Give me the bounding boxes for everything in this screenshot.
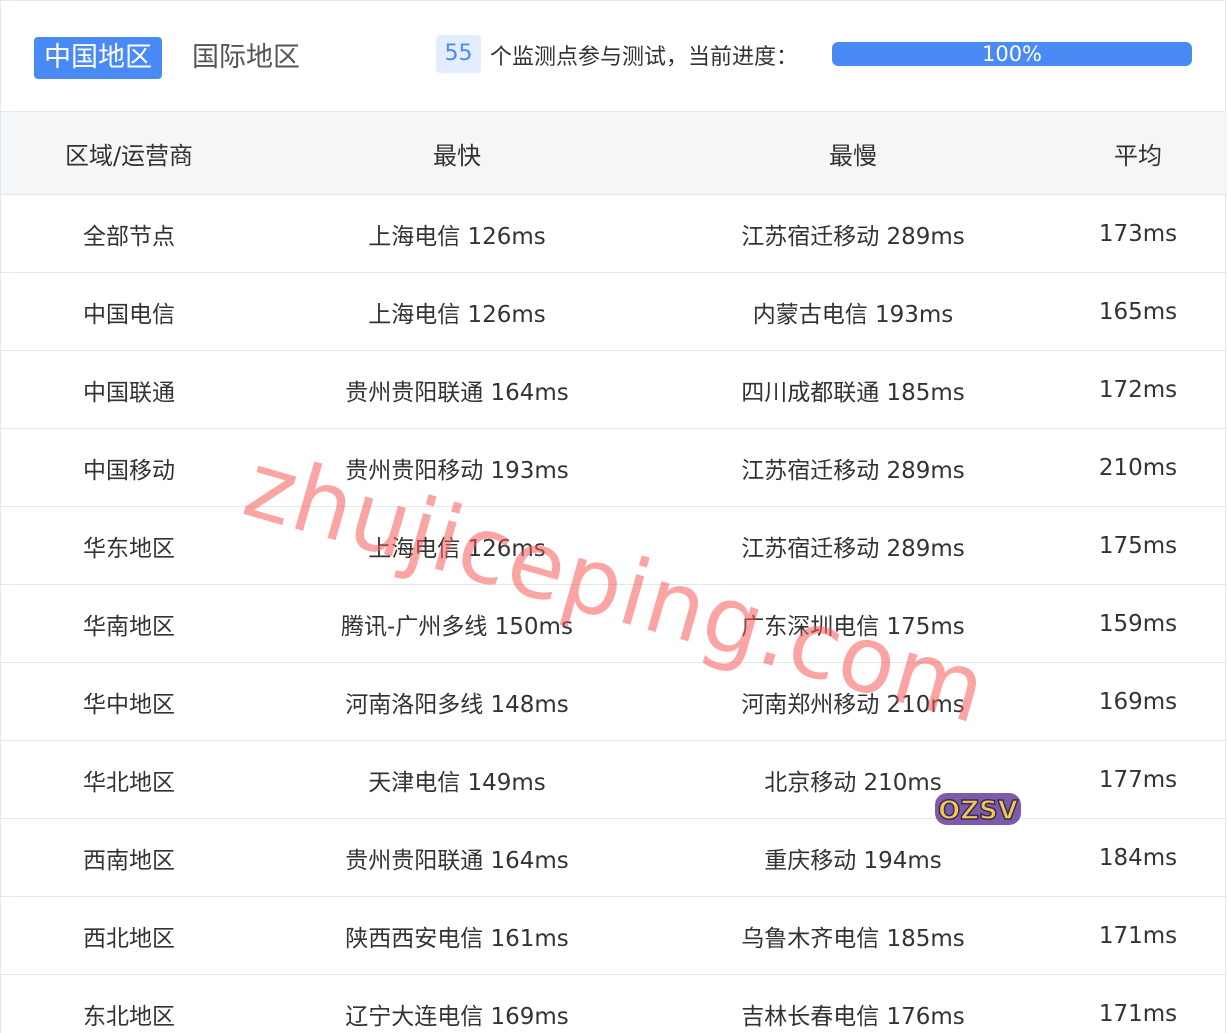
cell-fastest: 贵州贵阳联通 164ms — [257, 818, 657, 897]
cell-slowest: 乌鲁木齐电信 185ms — [657, 896, 1049, 975]
table-row: 华中地区 河南洛阳多线 148ms 河南郑州移动 210ms 169ms — [1, 662, 1227, 741]
cell-slowest: 江苏宿迁移动 289ms — [657, 506, 1049, 585]
cell-region: 华北地区 — [1, 740, 257, 819]
cell-fastest: 腾讯-广州多线 150ms — [257, 584, 657, 663]
cell-slowest: 广东深圳电信 175ms — [657, 584, 1049, 663]
cell-fastest: 上海电信 126ms — [257, 194, 657, 273]
cell-region: 中国电信 — [1, 272, 257, 351]
tab-china-region[interactable]: 中国地区 — [34, 37, 162, 79]
table-row: 中国移动 贵州贵阳移动 193ms 江苏宿迁移动 289ms 210ms — [1, 428, 1227, 507]
cell-average: 171ms — [1049, 974, 1227, 1033]
cell-region: 华东地区 — [1, 506, 257, 585]
cell-region: 西北地区 — [1, 896, 257, 975]
cell-region: 全部节点 — [1, 194, 257, 273]
speed-test-panel: 中国地区 国际地区 55 个监测点参与测试，当前进度： 100% 区域/运营商 … — [0, 0, 1227, 1033]
cell-average: 210ms — [1049, 428, 1227, 507]
cell-average: 184ms — [1049, 818, 1227, 897]
table-row: 东北地区 辽宁大连电信 169ms 吉林长春电信 176ms 171ms — [1, 974, 1227, 1033]
cell-average: 171ms — [1049, 896, 1227, 975]
top-bar: 中国地区 国际地区 55 个监测点参与测试，当前进度： 100% — [1, 1, 1225, 112]
cell-slowest: 吉林长春电信 176ms — [657, 974, 1049, 1033]
cell-region: 中国联通 — [1, 350, 257, 429]
column-header-slowest: 最慢 — [657, 112, 1049, 195]
cell-region: 西南地区 — [1, 818, 257, 897]
progress-percent-text: 100% — [981, 42, 1043, 66]
cell-slowest: 河南郑州移动 210ms — [657, 662, 1049, 741]
column-header-fastest: 最快 — [257, 112, 657, 195]
cell-average: 165ms — [1049, 272, 1227, 351]
cell-slowest: 江苏宿迁移动 289ms — [657, 428, 1049, 507]
cell-fastest: 陕西西安电信 161ms — [257, 896, 657, 975]
table-row: 全部节点 上海电信 126ms 江苏宿迁移动 289ms 173ms — [1, 194, 1227, 273]
cell-slowest: 内蒙古电信 193ms — [657, 272, 1049, 351]
cell-slowest: 江苏宿迁移动 289ms — [657, 194, 1049, 273]
cell-region: 华中地区 — [1, 662, 257, 741]
cell-fastest: 天津电信 149ms — [257, 740, 657, 819]
cell-fastest: 河南洛阳多线 148ms — [257, 662, 657, 741]
progress-label: 个监测点参与测试，当前进度： — [490, 45, 799, 70]
cell-fastest: 上海电信 126ms — [257, 506, 657, 585]
progress-bar: 100% — [832, 42, 1192, 66]
tab-international-region[interactable]: 国际地区 — [182, 37, 310, 79]
table-row: 中国联通 贵州贵阳联通 164ms 四川成都联通 185ms 172ms — [1, 350, 1227, 429]
cell-fastest: 辽宁大连电信 169ms — [257, 974, 657, 1033]
cell-average: 169ms — [1049, 662, 1227, 741]
cell-average: 159ms — [1049, 584, 1227, 663]
table-row: 华南地区 腾讯-广州多线 150ms 广东深圳电信 175ms 159ms — [1, 584, 1227, 663]
cell-region: 东北地区 — [1, 974, 257, 1033]
cell-fastest: 上海电信 126ms — [257, 272, 657, 351]
table-row: 华东地区 上海电信 126ms 江苏宿迁移动 289ms 175ms — [1, 506, 1227, 585]
table-row: 西北地区 陕西西安电信 161ms 乌鲁木齐电信 185ms 171ms — [1, 896, 1227, 975]
cell-fastest: 贵州贵阳移动 193ms — [257, 428, 657, 507]
svg-text:OZSV: OZSV — [938, 796, 1018, 826]
cell-average: 172ms — [1049, 350, 1227, 429]
table-row: 华北地区 天津电信 149ms 北京移动 210ms 177ms — [1, 740, 1227, 819]
table-header-row: 区域/运营商 最快 最慢 平均 — [1, 112, 1227, 195]
table-row: 西南地区 贵州贵阳联通 164ms 重庆移动 194ms 184ms — [1, 818, 1227, 897]
cell-average: 175ms — [1049, 506, 1227, 585]
cell-average: 177ms — [1049, 740, 1227, 819]
column-header-region: 区域/运营商 — [1, 112, 257, 195]
ozsv-sticker-logo: OZSV — [935, 793, 1021, 827]
cell-average: 173ms — [1049, 194, 1227, 273]
cell-slowest: 四川成都联通 185ms — [657, 350, 1049, 429]
table-row: 中国电信 上海电信 126ms 内蒙古电信 193ms 165ms — [1, 272, 1227, 351]
results-table-body: 全部节点 上海电信 126ms 江苏宿迁移动 289ms 173ms 中国电信 上海电信 … — [1, 194, 1227, 1033]
results-table: 区域/运营商 最快 最慢 平均 全部节点 上海电信 126ms 江苏宿迁移动 289… — [1, 112, 1227, 1033]
cell-region: 中国移动 — [1, 428, 257, 507]
cell-region: 华南地区 — [1, 584, 257, 663]
column-header-average: 平均 — [1049, 112, 1227, 195]
cell-fastest: 贵州贵阳联通 164ms — [257, 350, 657, 429]
monitor-count-badge: 55 — [436, 35, 481, 73]
